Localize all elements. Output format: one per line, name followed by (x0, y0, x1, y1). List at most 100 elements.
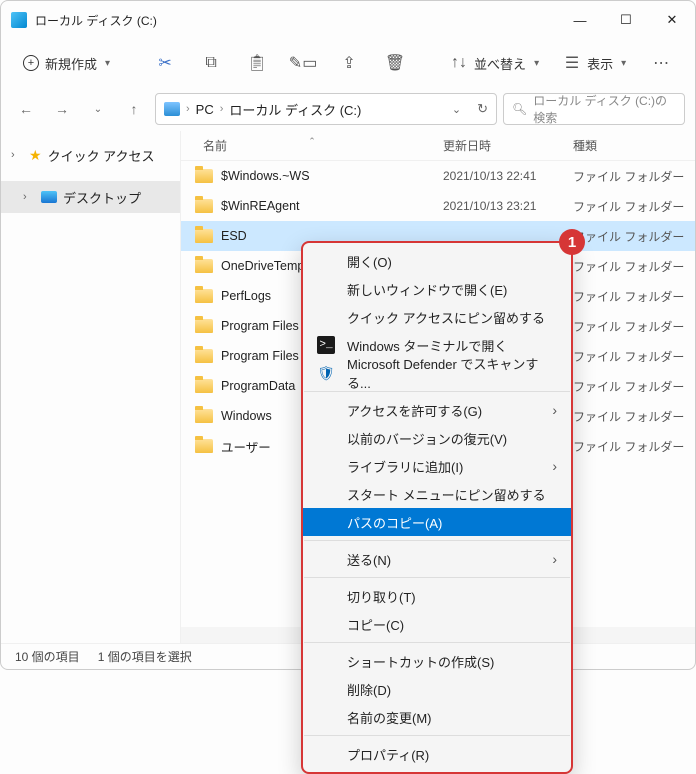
menu-item[interactable]: ショートカットの作成(S) (303, 647, 571, 675)
paste-icon: 📋︎ (248, 54, 266, 72)
close-button[interactable]: ✕ (649, 1, 695, 39)
cut-button[interactable]: ✂ (144, 45, 186, 81)
menu-item[interactable]: 切り取り(T) (303, 582, 571, 610)
up-button[interactable]: ↑ (119, 94, 149, 124)
menu-item[interactable]: 🛡︎Microsoft Defender でスキャンする... (303, 359, 571, 387)
menu-item[interactable]: ライブラリに追加(I) (303, 452, 571, 480)
address-bar[interactable]: › PC › ローカル ディスク (C:) ⌄ ↻ (155, 93, 497, 125)
chevron-down-icon: ▾ (105, 58, 110, 69)
chevron-right-icon: › (11, 149, 23, 161)
context-menu: 1 開く(O)新しいウィンドウで開く(E)クイック アクセスにピン留めする>_W… (301, 241, 573, 774)
file-name: $Windows.~WS (221, 169, 310, 183)
menu-item[interactable]: 新しいウィンドウで開く(E) (303, 275, 571, 303)
terminal-icon: >_ (317, 336, 335, 354)
menu-item[interactable]: 送る(N) (303, 545, 571, 573)
sidebar-item-quick-access[interactable]: › ★ クイック アクセス (1, 139, 180, 171)
annotation-badge: 1 (559, 229, 585, 255)
folder-icon (195, 319, 213, 333)
copy-button[interactable]: ⧉ (190, 45, 232, 81)
menu-item[interactable]: 削除(D) (303, 675, 571, 703)
menu-item-label: Windows ターミナルで開く (347, 336, 507, 355)
delete-button[interactable]: 🗑︎ (374, 45, 416, 81)
forward-button[interactable]: → (47, 94, 77, 124)
menu-item[interactable]: プロパティ(R) (303, 740, 571, 768)
menu-item-label: 切り取り(T) (347, 587, 416, 606)
folder-icon (195, 199, 213, 213)
sidebar-item-desktop[interactable]: › デスクトップ (1, 181, 180, 213)
file-name: OneDriveTemp (221, 259, 304, 273)
status-item-count: 10 個の項目 (15, 648, 80, 665)
sidebar-item-label: クイック アクセス (48, 146, 155, 165)
view-label: 表示 (587, 54, 613, 73)
back-button[interactable]: ← (11, 94, 41, 124)
file-name: Program Files (221, 319, 299, 333)
navbar: ← → ⌄ ↑ › PC › ローカル ディスク (C:) ⌄ ↻ 🔍︎ ローカ… (1, 87, 695, 131)
cell-date: 2021/10/13 23:21 (443, 199, 573, 213)
breadcrumb-pc[interactable]: PC (196, 102, 214, 117)
menu-item-label: コピー(C) (347, 615, 404, 634)
refresh-icon[interactable]: ↻ (477, 101, 488, 117)
minimize-button[interactable]: — (557, 1, 603, 39)
menu-item-label: クイック アクセスにピン留めする (347, 308, 545, 327)
menu-item[interactable]: 以前のバージョンの復元(V) (303, 424, 571, 452)
menu-separator (304, 735, 570, 736)
maximize-button[interactable]: ☐ (603, 1, 649, 39)
header-type[interactable]: 種類 (573, 137, 695, 154)
window-controls: — ☐ ✕ (557, 1, 695, 39)
menu-item[interactable]: パスのコピー(A) (303, 508, 571, 536)
view-button[interactable]: ☰ 表示 ▾ (553, 45, 636, 81)
menu-item[interactable]: 名前の変更(M) (303, 703, 571, 731)
rename-button[interactable]: ✎▭ (282, 45, 324, 81)
shield-icon: 🛡︎ (317, 364, 335, 382)
share-icon: ⇪ (340, 54, 358, 72)
cell-type: ファイル フォルダー (573, 288, 695, 305)
menu-item-label: 以前のバージョンの復元(V) (347, 429, 507, 448)
cell-name: $WinREAgent (181, 199, 443, 213)
search-icon: 🔍︎ (512, 102, 527, 116)
chevron-down-icon: ▾ (534, 58, 539, 69)
menu-item[interactable]: アクセスを許可する(G) (303, 396, 571, 424)
menu-item-label: 削除(D) (347, 680, 391, 699)
search-placeholder: ローカル ディスク (C:)の検索 (533, 92, 676, 126)
menu-item-label: ショートカットの作成(S) (347, 652, 494, 671)
menu-item[interactable]: クイック アクセスにピン留めする (303, 303, 571, 331)
folder-icon (195, 289, 213, 303)
menu-separator (304, 577, 570, 578)
file-name: ユーザー (221, 437, 271, 456)
chevron-down-icon[interactable]: ⌄ (452, 103, 461, 116)
folder-icon (195, 349, 213, 363)
titlebar: ローカル ディスク (C:) — ☐ ✕ (1, 1, 695, 39)
header-name[interactable]: ⌃ 名前 (181, 137, 443, 154)
recent-button[interactable]: ⌄ (83, 94, 113, 124)
menu-item[interactable]: コピー(C) (303, 610, 571, 638)
new-button[interactable]: + 新規作成 ▾ (13, 45, 120, 81)
table-row[interactable]: $WinREAgent2021/10/13 23:21ファイル フォルダー (181, 191, 695, 221)
cell-type: ファイル フォルダー (573, 348, 695, 365)
paste-button[interactable]: 📋︎ (236, 45, 278, 81)
menu-item[interactable]: 開く(O) (303, 247, 571, 275)
menu-item[interactable]: スタート メニューにピン留めする (303, 480, 571, 508)
share-button[interactable]: ⇪ (328, 45, 370, 81)
chevron-right-icon: › (186, 103, 190, 115)
menu-separator (304, 642, 570, 643)
cell-type: ファイル フォルダー (573, 258, 695, 275)
more-button[interactable]: ⋯ (640, 45, 682, 81)
header-date[interactable]: 更新日時 (443, 137, 573, 154)
menu-item-label: パスのコピー(A) (347, 513, 442, 532)
cell-type: ファイル フォルダー (573, 228, 695, 245)
folder-icon (195, 259, 213, 273)
sort-button[interactable]: ↑↓ 並べ替え ▾ (440, 45, 549, 81)
table-row[interactable]: $Windows.~WS2021/10/13 22:41ファイル フォルダー (181, 161, 695, 191)
folder-icon (195, 409, 213, 423)
cell-date: 2021/10/13 22:41 (443, 169, 573, 183)
chevron-down-icon: ▾ (621, 58, 626, 69)
file-name: ESD (221, 229, 247, 243)
cell-type: ファイル フォルダー (573, 408, 695, 425)
search-input[interactable]: 🔍︎ ローカル ディスク (C:)の検索 (503, 93, 685, 125)
sort-icon: ↑↓ (450, 54, 468, 72)
cell-type: ファイル フォルダー (573, 378, 695, 395)
new-label: 新規作成 (45, 54, 97, 73)
breadcrumb-drive[interactable]: ローカル ディスク (C:) (229, 100, 361, 119)
cell-name: $Windows.~WS (181, 169, 443, 183)
file-name: Windows (221, 409, 272, 423)
